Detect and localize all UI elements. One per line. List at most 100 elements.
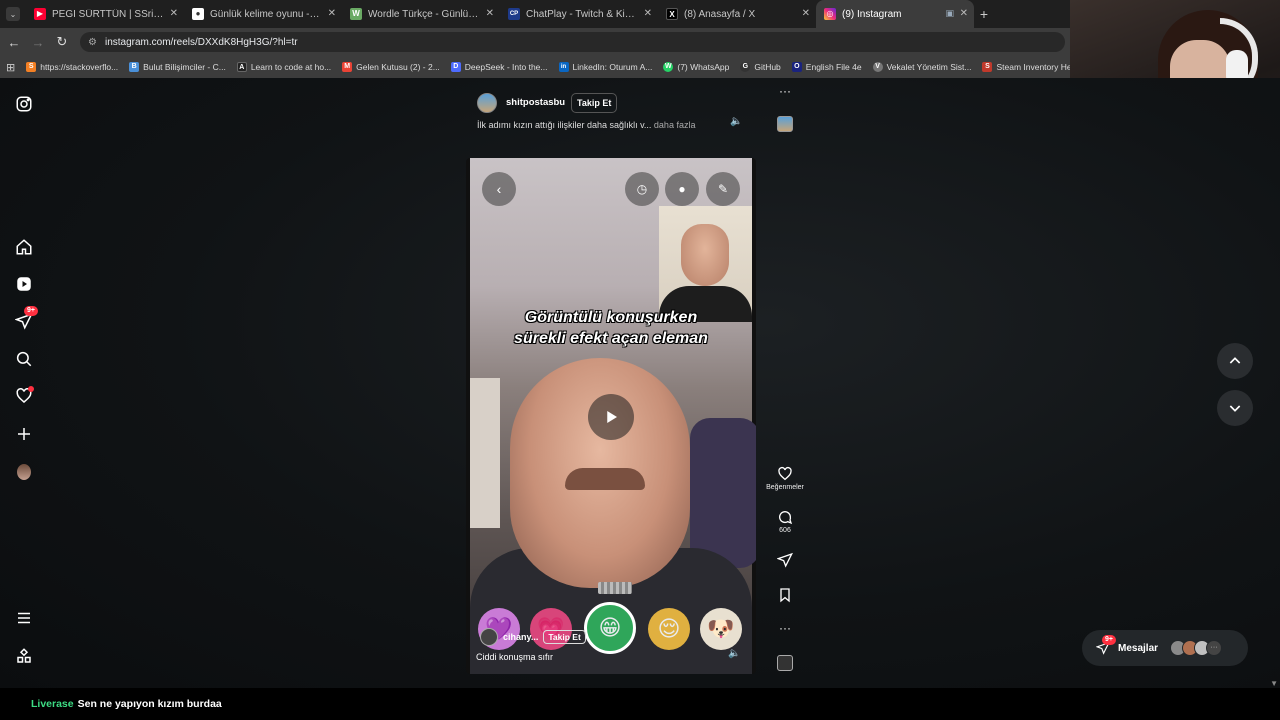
- bookmark[interactable]: SSteam Inventory Hel...: [982, 62, 1070, 72]
- tab-title: Günlük kelime oyunu - parolla: [210, 8, 322, 20]
- send-icon: 9+: [1096, 635, 1116, 655]
- messages-button[interactable]: 9+ Mesajlar ···: [1082, 630, 1248, 666]
- address-url: instagram.com/reels/DXXdK8HgH3G/?hl=tr: [104, 36, 298, 48]
- reel-caption-text: İlk adımı kızın attığı ilişkiler daha sa…: [477, 120, 652, 130]
- heart-icon: [778, 466, 792, 481]
- scroll-down-icon[interactable]: ▼: [1270, 679, 1278, 688]
- video-username[interactable]: cihany...: [503, 632, 538, 642]
- browser-toolbar: ← → ↻ ⚙ instagram.com/reels/DXXdK8HgH3G/…: [0, 28, 1070, 56]
- meta-apps-icon[interactable]: [14, 646, 34, 666]
- bookmark[interactable]: G GitHub: [740, 62, 781, 72]
- more-icon: ···: [1206, 640, 1223, 656]
- audio-track-thumbnail[interactable]: [762, 655, 808, 671]
- github-icon: G: [740, 62, 751, 72]
- bookmark[interactable]: in LinkedIn: Oturum A...: [558, 62, 653, 72]
- bookmark[interactable]: M Gelen Kutusu (2) - 2...: [342, 62, 440, 72]
- play-icon: [607, 411, 617, 423]
- message-avatars: ···: [1170, 640, 1223, 656]
- background-shelf: [470, 378, 500, 528]
- bookmark[interactable]: V Vekalet Yönetim Sist...: [872, 62, 972, 72]
- heart-icon[interactable]: [14, 386, 34, 406]
- notification-badge: 9+: [24, 306, 38, 316]
- site-icon: ●: [192, 8, 204, 20]
- audio-icon[interactable]: ▣: [945, 8, 954, 19]
- browser-tab[interactable]: ● Günlük kelime oyunu - parolla ✕: [184, 0, 342, 28]
- bookmark-label: English File 4e: [805, 62, 862, 72]
- browser-tab[interactable]: ▶ PEGİ SÜRTTÜN | SSriders | Mot... ✕: [26, 0, 184, 28]
- direct-messages-icon[interactable]: 9+: [14, 306, 38, 331]
- tab-title: ChatPlay - Twitch & Kick İzleyici...: [526, 8, 638, 20]
- close-icon[interactable]: ✕: [802, 8, 810, 19]
- bookmarks-bar: ⊞ Shttps://stackoverflo... B Bulut Bilişi…: [0, 56, 1070, 78]
- apps-icon[interactable]: ⊞: [6, 61, 15, 74]
- reload-button[interactable]: ↻: [50, 28, 74, 56]
- browser-tab[interactable]: CP ChatPlay - Twitch & Kick İzleyici... …: [500, 0, 658, 28]
- like-button[interactable]: Beğenmeler: [762, 466, 808, 491]
- close-icon[interactable]: ✕: [170, 8, 178, 19]
- close-icon[interactable]: ✕: [644, 8, 652, 19]
- bookmark[interactable]: Shttps://stackoverflo...: [26, 62, 118, 72]
- share-button[interactable]: [762, 552, 808, 568]
- x-icon: X: [666, 8, 678, 20]
- instagram-logo-icon[interactable]: [14, 94, 34, 114]
- reel-video[interactable]: ‹ ◷ ● ✎ Görüntülü konuşurken sürekli efe…: [466, 158, 756, 674]
- address-bar[interactable]: ⚙ instagram.com/reels/DXXdK8HgH3G/?hl=tr: [80, 32, 1065, 52]
- video-back-icon: ‹: [482, 172, 516, 206]
- play-button[interactable]: [588, 394, 634, 440]
- video-call-pip: [659, 206, 752, 322]
- more-link[interactable]: daha fazla: [654, 120, 696, 130]
- pip-head: [681, 224, 729, 286]
- more-options-icon[interactable]: ···: [762, 84, 808, 98]
- comment-button[interactable]: 606: [762, 509, 808, 534]
- browser-tab-active[interactable]: ◎ (9) Instagram ▣ ✕: [816, 0, 974, 28]
- create-plus-icon[interactable]: [14, 424, 34, 444]
- audio-thumbnail[interactable]: [762, 116, 808, 132]
- new-tab-button[interactable]: +: [974, 0, 994, 28]
- cloud-icon: B: [129, 62, 140, 72]
- mute-icon[interactable]: 🔈: [728, 648, 740, 659]
- effects-icon: ✎: [706, 172, 740, 206]
- avatar: [17, 464, 31, 480]
- timer-icon: ◷: [625, 172, 659, 206]
- tab-title: Wordle Türkçe - Günlük Kelime...: [368, 8, 480, 20]
- close-icon[interactable]: ✕: [486, 8, 494, 19]
- reel-username[interactable]: shitpostasbu: [506, 97, 565, 108]
- bookmark[interactable]: A Learn to code at ho...: [236, 62, 331, 72]
- close-icon[interactable]: ✕: [328, 8, 336, 19]
- reels-icon[interactable]: [14, 274, 34, 294]
- chat-message: Sen ne yapıyon kızım burdaa: [77, 698, 222, 710]
- video-follow-button[interactable]: Takip Et: [543, 630, 586, 644]
- previous-reel-button[interactable]: [1217, 343, 1253, 379]
- bookmark[interactable]: W (7) WhatsApp: [663, 62, 729, 72]
- more-options-icon[interactable]: ···: [762, 621, 808, 635]
- chevron-down-icon: ⌄: [6, 7, 20, 21]
- stream-chat-bar: Liverase Sen ne yapıyon kızım burdaa: [0, 688, 1280, 720]
- bookmark[interactable]: D DeepSeek - Into the...: [450, 62, 548, 72]
- home-icon[interactable]: [14, 237, 34, 257]
- comments-count: 606: [779, 527, 791, 534]
- forward-button[interactable]: →: [26, 28, 50, 56]
- bookmark[interactable]: O English File 4e: [791, 62, 862, 72]
- save-button[interactable]: [762, 587, 808, 603]
- speaker-icon[interactable]: 🔈: [730, 116, 742, 127]
- browser-tab[interactable]: W Wordle Türkçe - Günlük Kelime... ✕: [342, 0, 500, 28]
- profile-avatar[interactable]: [14, 462, 34, 482]
- oxford-icon: O: [791, 62, 802, 72]
- censor-bar: [598, 582, 632, 594]
- bookmark[interactable]: B Bulut Bilişimciler - C...: [129, 62, 226, 72]
- tab-search-button[interactable]: ⌄: [0, 0, 26, 28]
- follow-button[interactable]: Takip Et: [571, 93, 618, 113]
- next-reel-button[interactable]: [1217, 390, 1253, 426]
- menu-icon[interactable]: [14, 608, 34, 628]
- site-info-icon[interactable]: ⚙: [88, 37, 97, 48]
- bookmark-label: Vekalet Yönetim Sist...: [886, 62, 972, 72]
- video-bottom-caption: Ciddi konuşma sıfır: [476, 652, 554, 662]
- avatar[interactable]: [480, 628, 498, 646]
- bookmark-label: Steam Inventory Hel...: [996, 62, 1070, 72]
- avatar[interactable]: [477, 93, 497, 113]
- bookmark-label: LinkedIn: Oturum A...: [572, 62, 653, 72]
- back-button[interactable]: ←: [2, 28, 26, 56]
- close-icon[interactable]: ✕: [960, 8, 968, 19]
- browser-tab[interactable]: X (8) Anasayfa / X ✕: [658, 0, 816, 28]
- search-icon[interactable]: [14, 349, 34, 369]
